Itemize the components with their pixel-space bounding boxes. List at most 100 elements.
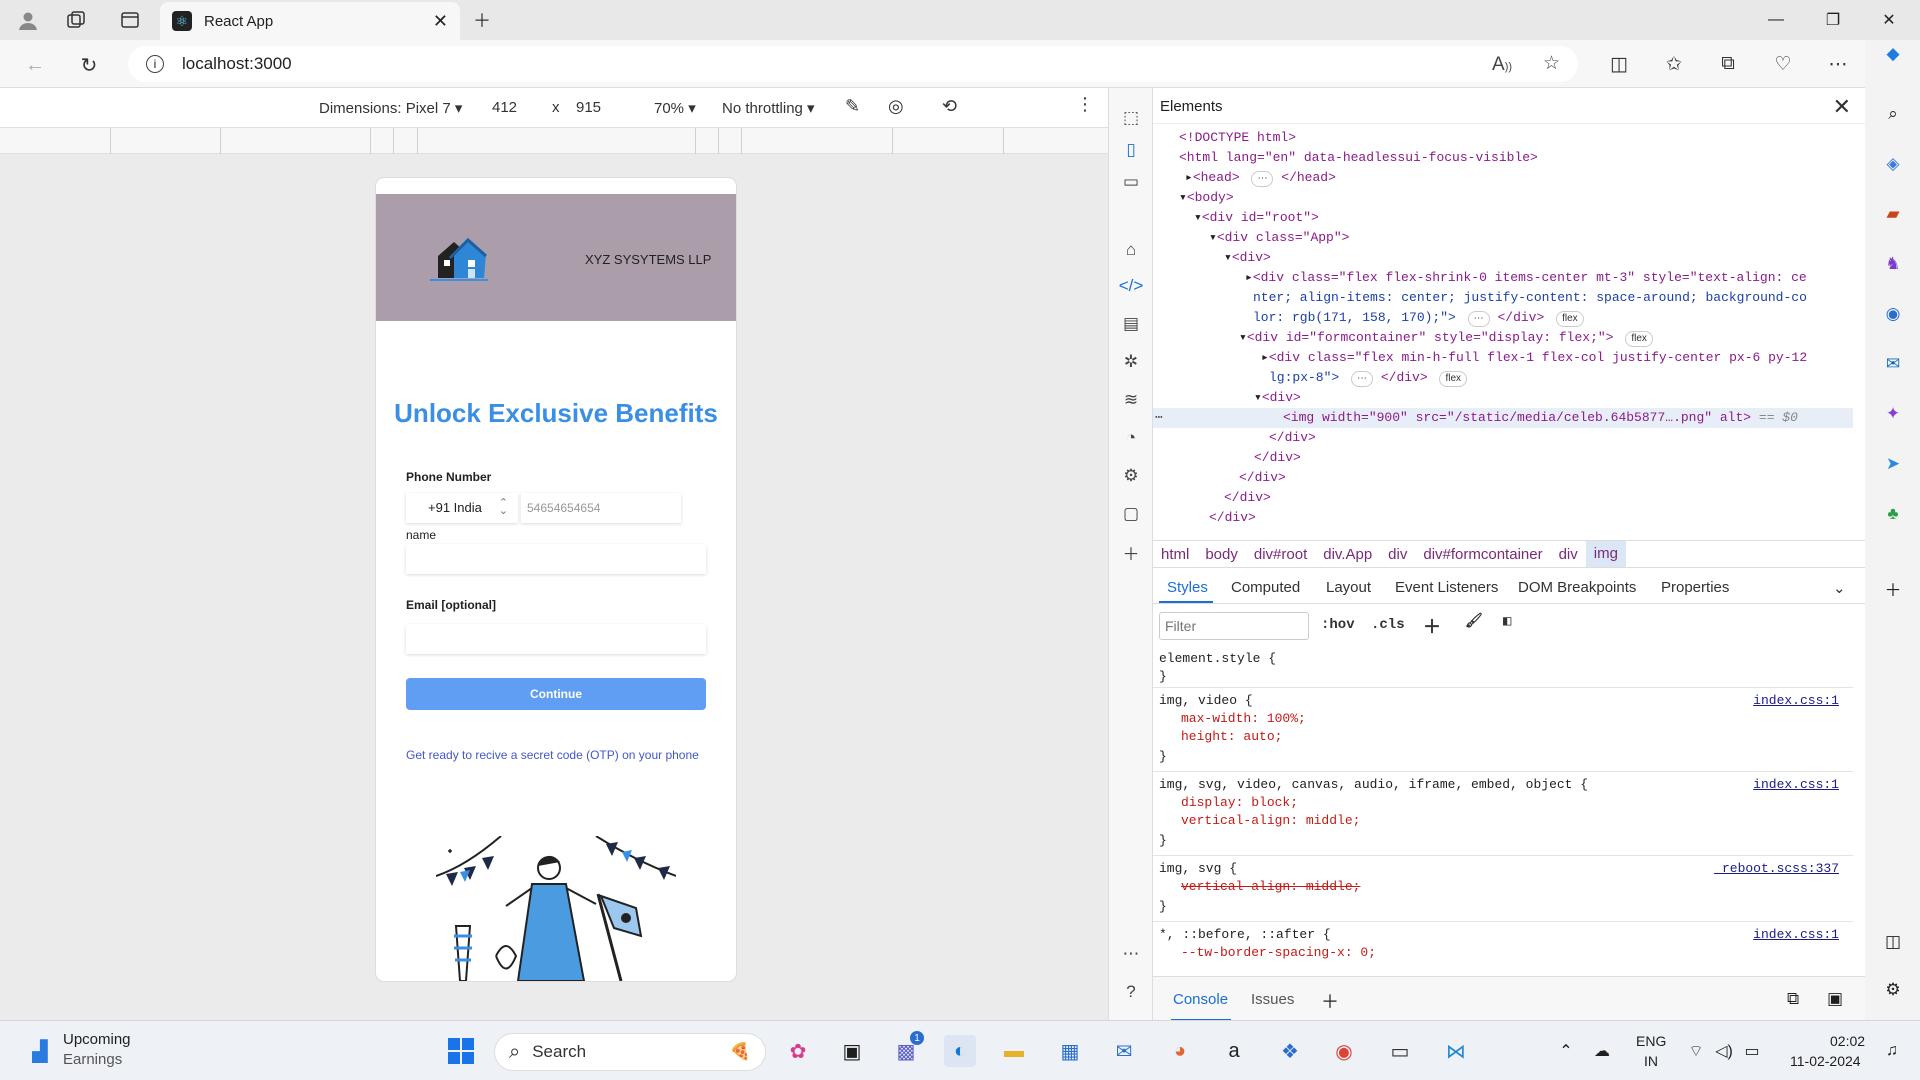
tab-styles[interactable]: Styles xyxy=(1167,579,1208,596)
eyedropper-icon[interactable]: ✎ xyxy=(845,96,860,117)
more-activity-icon[interactable]: ⋯ xyxy=(1119,942,1143,966)
favorite-star-icon[interactable]: ☆ xyxy=(1543,52,1560,75)
widget-title[interactable]: Upcoming xyxy=(63,1031,131,1048)
sources-bug-icon[interactable]: ✲ xyxy=(1119,350,1143,374)
phone-number-input[interactable] xyxy=(521,493,681,523)
minimize-icon[interactable]: — xyxy=(1753,6,1799,34)
chrome-icon[interactable]: ◉ xyxy=(1328,1035,1360,1067)
clock-time[interactable]: 02:02 xyxy=(1830,1033,1865,1049)
style-rule[interactable]: *, ::before, ::after { index.css:1 --tw-… xyxy=(1153,922,1853,976)
throttling-select[interactable]: No throttling ▾ xyxy=(722,99,815,117)
quick-view-icon[interactable]: ⧉ xyxy=(1787,989,1799,1009)
rotate-icon[interactable]: ⟲ xyxy=(942,96,957,117)
continue-button[interactable]: Continue xyxy=(406,678,706,710)
store-icon[interactable]: ▦ xyxy=(1054,1035,1086,1067)
notification-bell-icon[interactable]: ♫ xyxy=(1876,1035,1908,1067)
breadcrumb-item[interactable]: html xyxy=(1153,546,1197,563)
onedrive-cloud-icon[interactable]: ☁ xyxy=(1586,1035,1618,1067)
battery-icon[interactable]: ▭ xyxy=(1736,1035,1768,1067)
tab-react-app[interactable]: ⚛ React App ✕ xyxy=(160,2,460,40)
copilot-icon[interactable]: ◆ xyxy=(1881,42,1905,66)
tab-event-listeners[interactable]: Event Listeners xyxy=(1395,579,1498,596)
tab-properties[interactable]: Properties xyxy=(1661,579,1729,596)
sidebar-settings-icon[interactable]: ⚙ xyxy=(1881,978,1905,1002)
dom-node-selected[interactable]: ⋯ <img width="900" src="/static/media/cel… xyxy=(1153,408,1853,428)
device-select[interactable]: Dimensions: Pixel 7 ▾ xyxy=(319,99,462,117)
dom-node[interactable]: ▾<div id="root"> xyxy=(1194,208,1319,228)
device-height-field[interactable]: 915 xyxy=(576,99,601,116)
vertical-tabs-icon[interactable] xyxy=(118,8,142,32)
dom-node[interactable]: ▸<div class="flex flex-shrink-0 items-ce… xyxy=(1245,268,1807,288)
dom-node[interactable]: ▾<div> xyxy=(1224,248,1271,268)
breadcrumb-item[interactable]: div.App xyxy=(1315,546,1380,563)
rule-source-link[interactable]: index.css:1 xyxy=(1753,776,1839,794)
taskbar-search[interactable]: ⌕ Search 🍕 xyxy=(494,1033,766,1071)
stocks-chart-icon[interactable]: ▟ xyxy=(24,1035,56,1067)
hov-toggle[interactable]: :hov xyxy=(1321,617,1355,633)
close-window-icon[interactable]: ✕ xyxy=(1866,6,1912,34)
application-icon[interactable]: ▢ xyxy=(1119,502,1143,526)
outlook-icon[interactable]: ✉ xyxy=(1881,352,1905,376)
zoom-select[interactable]: 70% ▾ xyxy=(654,99,696,117)
new-rule-plus-icon[interactable]: ＋ xyxy=(1423,613,1441,639)
computed-sidebar-icon[interactable]: ◧ xyxy=(1503,613,1511,630)
microsoft365-icon[interactable]: ◉ xyxy=(1881,302,1905,326)
read-aloud-icon[interactable]: A)) xyxy=(1492,54,1512,76)
styles-filter-input[interactable] xyxy=(1159,612,1309,640)
edge-icon[interactable]: ◐ xyxy=(944,1035,976,1067)
breadcrumb-item[interactable]: div#root xyxy=(1246,546,1315,563)
language-indicator[interactable]: ENG xyxy=(1636,1033,1666,1049)
dom-node[interactable]: </div> xyxy=(1209,508,1256,526)
settings-gear-icon[interactable]: ⚙ xyxy=(1119,464,1143,488)
show-hidden-icons-icon[interactable]: ⌃ xyxy=(1550,1035,1582,1067)
vscode-icon[interactable]: ⋈ xyxy=(1440,1035,1472,1067)
split-screen-icon[interactable]: ◫ xyxy=(1607,52,1631,76)
tools-briefcase-icon[interactable]: ▰ xyxy=(1881,202,1905,226)
firefox-icon[interactable]: ◕ xyxy=(1164,1035,1196,1067)
dom-node[interactable]: ▾<div> xyxy=(1254,388,1301,408)
more-tools-plus-icon[interactable]: ＋ xyxy=(1119,540,1143,564)
dom-node[interactable]: </div> xyxy=(1254,448,1301,468)
style-rule[interactable]: img, svg { _reboot.scss:337 vertical-ali… xyxy=(1153,856,1853,922)
console-tool-icon[interactable]: ▤ xyxy=(1119,312,1143,336)
dom-node[interactable]: </div> xyxy=(1269,428,1316,448)
settings-more-icon[interactable]: ⋯ xyxy=(1826,52,1850,76)
dom-node[interactable]: ▸<div class="flex min-h-full flex-1 flex… xyxy=(1261,348,1807,368)
games-icon[interactable]: ♞ xyxy=(1881,252,1905,276)
device-more-icon[interactable]: ⋮ xyxy=(1076,94,1094,115)
style-rule[interactable]: element.style { } xyxy=(1153,646,1853,688)
dropbox-icon[interactable]: ❖ xyxy=(1274,1035,1306,1067)
site-info-icon[interactable]: i xyxy=(146,55,164,73)
mail-icon[interactable]: ✉ xyxy=(1108,1035,1140,1067)
breadcrumb-item-selected[interactable]: img xyxy=(1585,541,1626,567)
performance-icon[interactable]: ◔ xyxy=(1119,426,1143,450)
tab-console[interactable]: Console xyxy=(1173,991,1228,1008)
dom-node[interactable]: ▾<body> xyxy=(1179,188,1234,208)
vision-deficiency-icon[interactable]: ◎ xyxy=(888,96,904,117)
copilot-pre-icon[interactable]: ✿ xyxy=(782,1035,814,1067)
rule-source-link[interactable]: index.css:1 xyxy=(1753,692,1839,710)
send-icon[interactable]: ➤ xyxy=(1881,452,1905,476)
network-wifi-icon[interactable]: ≋ xyxy=(1119,388,1143,412)
dom-node[interactable]: ▾<div id="formcontainer" style="display:… xyxy=(1239,328,1653,348)
dom-node[interactable]: </div> xyxy=(1224,488,1271,508)
breadcrumb-item[interactable]: div#formcontainer xyxy=(1415,546,1550,563)
close-panel-icon[interactable]: ✕ xyxy=(1833,94,1851,120)
favorites-icon[interactable]: ✩ xyxy=(1662,52,1686,76)
name-input[interactable] xyxy=(406,544,706,574)
amazon-icon[interactable]: a xyxy=(1218,1035,1250,1067)
device-emulation-icon[interactable]: ▯ xyxy=(1119,138,1143,162)
dom-node[interactable]: </div> xyxy=(1239,468,1286,488)
new-tab-icon[interactable]: ＋ xyxy=(470,8,494,32)
teams-icon[interactable]: ▩ 1 xyxy=(890,1031,924,1067)
breadcrumb-item[interactable]: div xyxy=(1380,546,1415,563)
dock-drawer-icon[interactable]: ▣ xyxy=(1827,989,1843,1009)
clock-date[interactable]: 11-02-2024 xyxy=(1790,1053,1861,1069)
dom-node[interactable]: ▾<div class="App"> xyxy=(1209,228,1349,248)
hide-sidebar-icon[interactable]: ◫ xyxy=(1881,930,1905,954)
rule-source-link[interactable]: _reboot.scss:337 xyxy=(1714,860,1839,878)
device-width-field[interactable]: 412 xyxy=(492,99,517,116)
dom-node[interactable]: <!DOCTYPE html> xyxy=(1179,128,1296,148)
rule-source-link[interactable]: index.css:1 xyxy=(1753,926,1839,944)
welcome-home-icon[interactable]: ⌂ xyxy=(1119,238,1143,262)
